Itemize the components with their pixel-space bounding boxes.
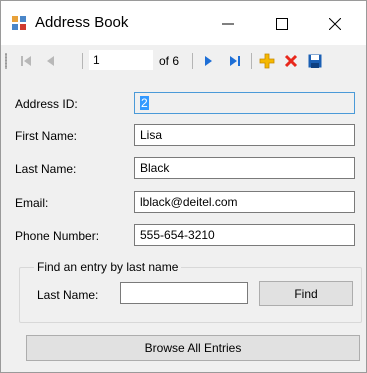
maximize-icon	[276, 18, 288, 30]
email-label: Email:	[15, 196, 49, 210]
first-name-label: First Name:	[15, 129, 78, 143]
maximize-button[interactable]	[267, 11, 297, 37]
window-title: Address Book	[35, 14, 129, 31]
last-name-label: Last Name:	[15, 162, 77, 176]
binding-navigator: 1 of 6	[1, 45, 366, 77]
minimize-icon	[222, 23, 234, 25]
position-input[interactable]: 1	[89, 50, 153, 70]
move-last-icon[interactable]	[227, 53, 243, 69]
minimize-button[interactable]	[213, 11, 243, 37]
address-id-label: Address ID:	[15, 97, 78, 111]
address-id-field[interactable]: 2	[134, 92, 355, 114]
first-name-field[interactable]: Lisa	[134, 124, 355, 146]
find-button[interactable]: Find	[259, 281, 353, 306]
save-icon[interactable]	[307, 53, 323, 69]
move-next-icon[interactable]	[200, 53, 216, 69]
search-last-name-input[interactable]	[120, 282, 248, 304]
title-bar: Address Book	[1, 1, 366, 45]
address-id-value: 2	[140, 96, 149, 110]
close-icon	[329, 18, 341, 30]
search-group-title: Find an entry by last name	[34, 260, 182, 274]
toolbar-separator	[251, 53, 252, 69]
move-first-icon[interactable]	[18, 53, 34, 69]
phone-number-field[interactable]: 555-654-3210	[134, 224, 355, 246]
toolbar-separator	[192, 53, 193, 69]
move-previous-icon[interactable]	[43, 53, 59, 69]
address-book-icon	[11, 15, 27, 31]
email-field[interactable]: lblack@deitel.com	[134, 191, 355, 213]
record-count-label: of 6	[159, 54, 180, 68]
phone-number-label: Phone Number:	[15, 229, 100, 243]
last-name-field[interactable]: Black	[134, 157, 355, 179]
browse-all-button[interactable]: Browse All Entries	[26, 335, 360, 361]
toolbar-grip[interactable]	[5, 53, 7, 69]
toolbar-separator	[82, 53, 83, 69]
address-book-window: Address Book 1 of 6 Address ID: 2 First …	[0, 0, 367, 373]
delete-icon[interactable]	[283, 53, 299, 69]
add-new-icon[interactable]	[259, 53, 275, 69]
search-last-name-label: Last Name:	[37, 288, 99, 302]
close-button[interactable]	[320, 11, 350, 37]
